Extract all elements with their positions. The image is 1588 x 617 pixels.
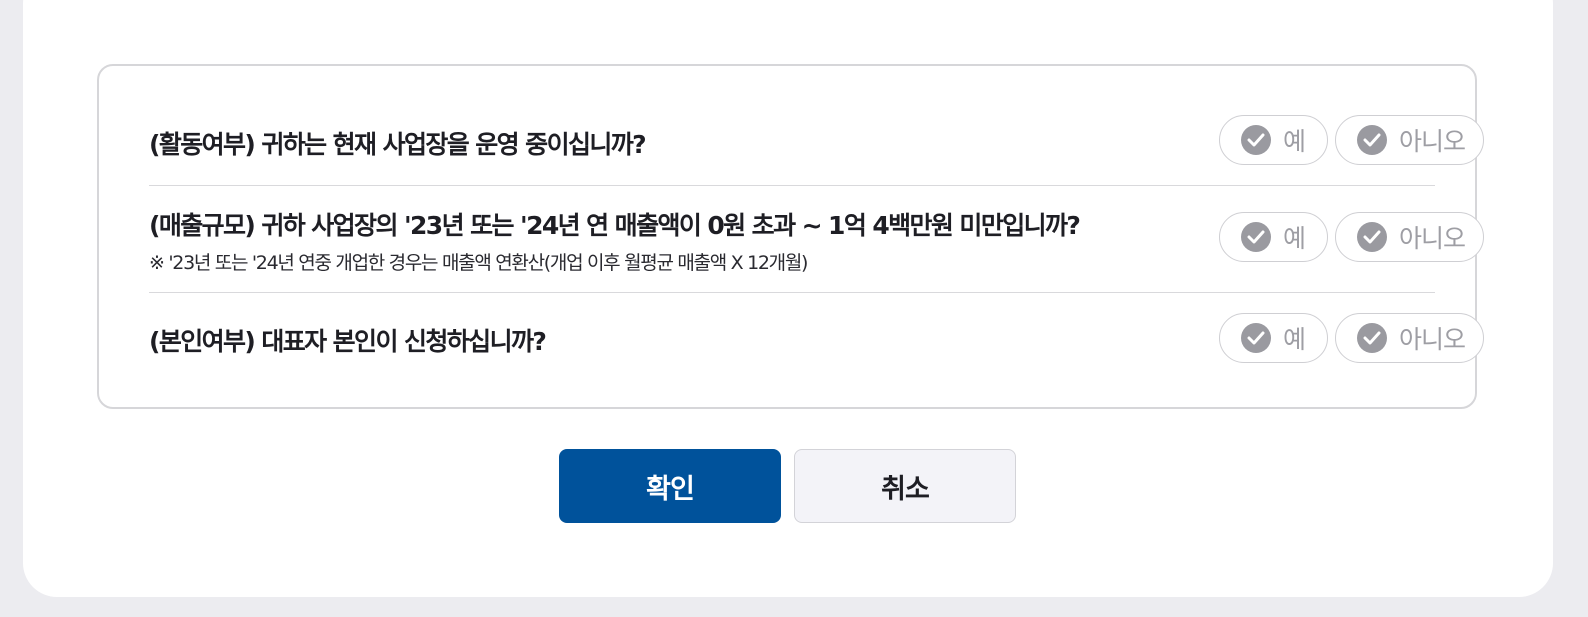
question-text: (본인여부) 대표자 본인이 신청하십니까?: [149, 327, 547, 356]
question-row-sales: (매출규모) 귀하 사업장의 '23년 또는 '24년 연 매출액이 0원 초과…: [149, 186, 1484, 293]
question-text: (활동여부) 귀하는 현재 사업장을 운영 중이십니까?: [149, 130, 647, 159]
yes-option[interactable]: 예: [1219, 212, 1328, 262]
confirm-button[interactable]: 확인: [559, 449, 781, 523]
yes-option[interactable]: 예: [1219, 115, 1328, 165]
question-box: (활동여부) 귀하는 현재 사업장을 운영 중이십니까? 예 아니오 (매출규모…: [97, 64, 1484, 409]
no-option-label: 아니오: [1399, 224, 1466, 253]
no-option[interactable]: 아니오: [1335, 313, 1484, 363]
question-row-identity: (본인여부) 대표자 본인이 신청하십니까? 예 아니오: [149, 293, 1484, 409]
no-option[interactable]: 아니오: [1335, 212, 1484, 262]
no-option-label: 아니오: [1399, 325, 1466, 354]
yes-option-label: 예: [1283, 127, 1306, 156]
check-circle-icon: [1357, 222, 1387, 252]
check-circle-icon: [1241, 222, 1271, 252]
check-circle-icon: [1357, 323, 1387, 353]
answer-options: 예 아니오: [1219, 313, 1484, 363]
check-circle-icon: [1357, 125, 1387, 155]
question-text: (매출규모) 귀하 사업장의 '23년 또는 '24년 연 매출액이 0원 초과…: [149, 211, 1081, 240]
question-row-activity: (활동여부) 귀하는 현재 사업장을 운영 중이십니까? 예 아니오: [149, 66, 1484, 186]
yes-option-label: 예: [1283, 325, 1306, 354]
check-circle-icon: [1241, 323, 1271, 353]
check-circle-icon: [1241, 125, 1271, 155]
answer-options: 예 아니오: [1219, 115, 1484, 165]
yes-option-label: 예: [1283, 224, 1306, 253]
no-option-label: 아니오: [1399, 127, 1466, 156]
cancel-button[interactable]: 취소: [794, 449, 1016, 523]
answer-options: 예 아니오: [1219, 212, 1484, 262]
no-option[interactable]: 아니오: [1335, 115, 1484, 165]
yes-option[interactable]: 예: [1219, 313, 1328, 363]
question-note: ※ '23년 또는 '24년 연중 개업한 경우는 매출액 연환산(개업 이후 …: [149, 252, 808, 274]
